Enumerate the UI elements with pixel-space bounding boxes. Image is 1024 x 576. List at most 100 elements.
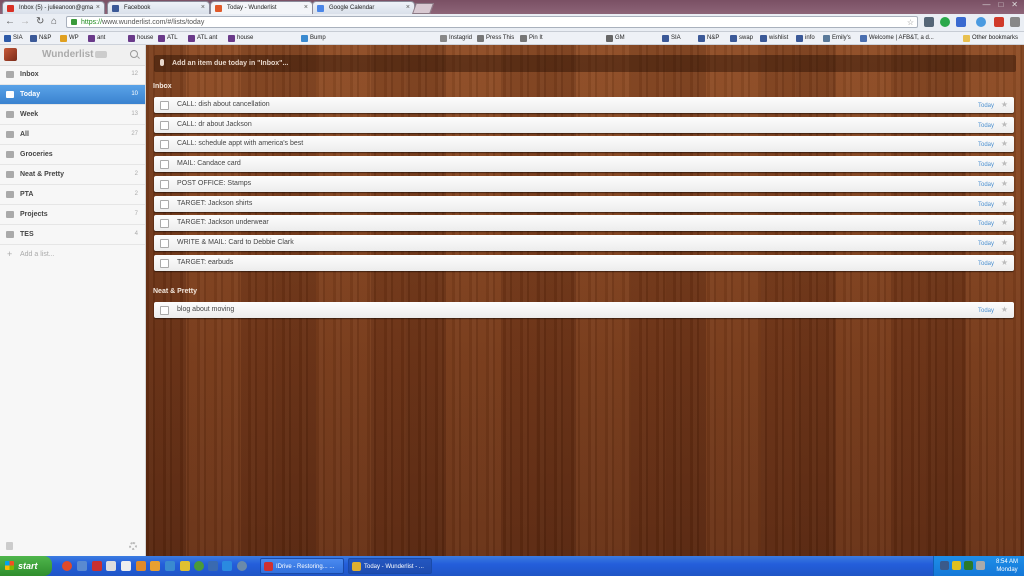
- quicklaunch-icon[interactable]: [106, 561, 116, 571]
- start-button[interactable]: start: [0, 556, 52, 576]
- quicklaunch-icon[interactable]: [165, 561, 175, 571]
- sidebar-item-pta[interactable]: PTA 2: [0, 185, 145, 205]
- star-icon[interactable]: ★: [1001, 156, 1008, 172]
- search-icon[interactable]: [130, 50, 138, 58]
- close-window-icon[interactable]: ✕: [1011, 0, 1018, 12]
- new-tab-button[interactable]: [411, 3, 435, 14]
- sidebar-item-groceries[interactable]: Groceries: [0, 145, 145, 165]
- star-icon[interactable]: ★: [1001, 176, 1008, 192]
- sidebar-item-inbox[interactable]: Inbox 12: [0, 65, 145, 85]
- bookmark-item[interactable]: ant: [88, 32, 105, 44]
- bookmark-item[interactable]: Instagrid: [440, 32, 472, 44]
- trash-icon[interactable]: [6, 542, 13, 550]
- quicklaunch-icon[interactable]: [180, 561, 190, 571]
- bookmark-item[interactable]: ATL: [158, 32, 178, 44]
- quicklaunch-icon[interactable]: [237, 561, 247, 571]
- bookmark-item[interactable]: WP: [60, 32, 79, 44]
- forward-arrow-icon[interactable]: →: [20, 16, 30, 27]
- star-icon[interactable]: ★: [1001, 235, 1008, 251]
- bookmark-item[interactable]: Other bookmarks: [963, 32, 1018, 44]
- bookmark-item[interactable]: SIA: [4, 32, 23, 44]
- bookmark-item[interactable]: Pin It: [520, 32, 543, 44]
- bookmark-item[interactable]: house: [228, 32, 253, 44]
- task-row[interactable]: CALL: dr about Jackson Today ★: [154, 116, 1014, 133]
- tray-icon[interactable]: [964, 561, 973, 570]
- quicklaunch-icon[interactable]: [150, 561, 160, 571]
- extension-icon[interactable]: [924, 17, 934, 27]
- browser-tab[interactable]: Inbox (5) - julieanoon@gma ×: [2, 1, 105, 14]
- star-icon[interactable]: ★: [1001, 97, 1008, 113]
- bookmark-item[interactable]: wishlist: [760, 32, 788, 44]
- add-item-input[interactable]: Add an item due today in "Inbox"...: [154, 55, 1016, 72]
- star-icon[interactable]: ★: [1001, 196, 1008, 212]
- bookmark-item[interactable]: info: [796, 32, 815, 44]
- back-arrow-icon[interactable]: ←: [5, 16, 15, 27]
- task-row[interactable]: TARGET: Jackson underwear Today ★: [154, 215, 1014, 232]
- bookmark-item[interactable]: GM: [606, 32, 625, 44]
- bookmark-item[interactable]: N&P: [30, 32, 51, 44]
- firefox-icon[interactable]: [136, 561, 146, 571]
- star-icon[interactable]: ★: [1001, 215, 1008, 231]
- task-checkbox[interactable]: [160, 258, 169, 268]
- star-icon[interactable]: ★: [1001, 302, 1008, 318]
- tab-close-icon[interactable]: ×: [304, 2, 308, 14]
- task-checkbox[interactable]: [160, 199, 169, 209]
- task-checkbox[interactable]: [160, 140, 169, 150]
- bookmark-item[interactable]: Welcome | AFB&T, a d...: [860, 32, 934, 44]
- sidebar-item-week[interactable]: Week 13: [0, 105, 145, 125]
- task-row[interactable]: TARGET: earbuds Today ★: [154, 254, 1014, 271]
- bookmark-item[interactable]: Bump: [301, 32, 326, 44]
- task-row[interactable]: POST OFFICE: Stamps Today ★: [154, 175, 1014, 192]
- sidebar-item-all[interactable]: All 27: [0, 125, 145, 145]
- quicklaunch-icon[interactable]: [208, 561, 218, 571]
- task-row[interactable]: WRITE & MAIL: Card to Debbie Clark Today ★: [154, 234, 1014, 251]
- task-checkbox[interactable]: [160, 306, 169, 316]
- star-icon[interactable]: ★: [1001, 117, 1008, 133]
- task-checkbox[interactable]: [160, 120, 169, 130]
- bookmark-item[interactable]: Emily's: [823, 32, 851, 44]
- tab-close-icon[interactable]: ×: [406, 2, 410, 14]
- avatar[interactable]: [4, 48, 17, 61]
- sidebar-item-tes[interactable]: TES 4: [0, 225, 145, 245]
- task-row[interactable]: MAIL: Candace card Today ★: [154, 156, 1014, 173]
- tray-icon[interactable]: [940, 561, 949, 570]
- bookmark-item[interactable]: swap: [730, 32, 753, 44]
- taskbar-window-button[interactable]: IDrive - Restoring... ...: [260, 558, 344, 574]
- quicklaunch-icon[interactable]: [194, 561, 204, 571]
- sidebar-item-today[interactable]: Today 10: [0, 85, 145, 105]
- task-row[interactable]: CALL: schedule appt with america's best T…: [154, 136, 1014, 153]
- star-icon[interactable]: ★: [1001, 136, 1008, 152]
- volume-icon[interactable]: [976, 561, 985, 570]
- add-list-button[interactable]: + Add a list...: [0, 245, 145, 264]
- task-checkbox[interactable]: [160, 238, 169, 248]
- tab-close-icon[interactable]: ×: [201, 2, 205, 14]
- wrench-menu-icon[interactable]: [1010, 17, 1020, 27]
- bookmark-item[interactable]: ATL ant: [188, 32, 217, 44]
- minimize-icon[interactable]: —: [982, 0, 990, 12]
- task-checkbox[interactable]: [160, 101, 169, 110]
- task-checkbox[interactable]: [160, 160, 169, 170]
- task-row[interactable]: blog about moving Today ★: [154, 302, 1014, 319]
- extension-icon[interactable]: [940, 17, 950, 27]
- taskbar-window-button[interactable]: Today - Wunderlist - ...: [348, 558, 432, 574]
- star-icon[interactable]: ★: [1001, 255, 1008, 271]
- quicklaunch-icon[interactable]: [77, 561, 87, 571]
- chrome-icon[interactable]: [62, 561, 72, 571]
- browser-tab[interactable]: Google Calendar ×: [312, 1, 415, 14]
- tab-close-icon[interactable]: ×: [96, 2, 100, 14]
- task-row[interactable]: CALL: dish about cancellation Today ★: [154, 97, 1014, 113]
- sidebar-item-neat-pretty[interactable]: Neat & Pretty 2: [0, 165, 145, 185]
- bookmark-item[interactable]: N&P: [698, 32, 719, 44]
- extension-icon[interactable]: [994, 17, 1004, 27]
- address-bar[interactable]: https://www.wunderlist.com/#/lists/today…: [66, 16, 918, 28]
- extension-icon[interactable]: [956, 17, 966, 27]
- task-checkbox[interactable]: [160, 219, 169, 229]
- browser-tab[interactable]: Today - Wunderlist ×: [210, 1, 313, 14]
- extension-icon[interactable]: [976, 17, 986, 27]
- reload-icon[interactable]: ↻: [36, 16, 44, 27]
- microphone-icon[interactable]: [160, 59, 164, 66]
- bookmark-item[interactable]: house: [128, 32, 153, 44]
- browser-tab[interactable]: Facebook ×: [107, 1, 210, 14]
- quicklaunch-icon[interactable]: [121, 561, 131, 571]
- sidebar-item-projects[interactable]: Projects 7: [0, 205, 145, 225]
